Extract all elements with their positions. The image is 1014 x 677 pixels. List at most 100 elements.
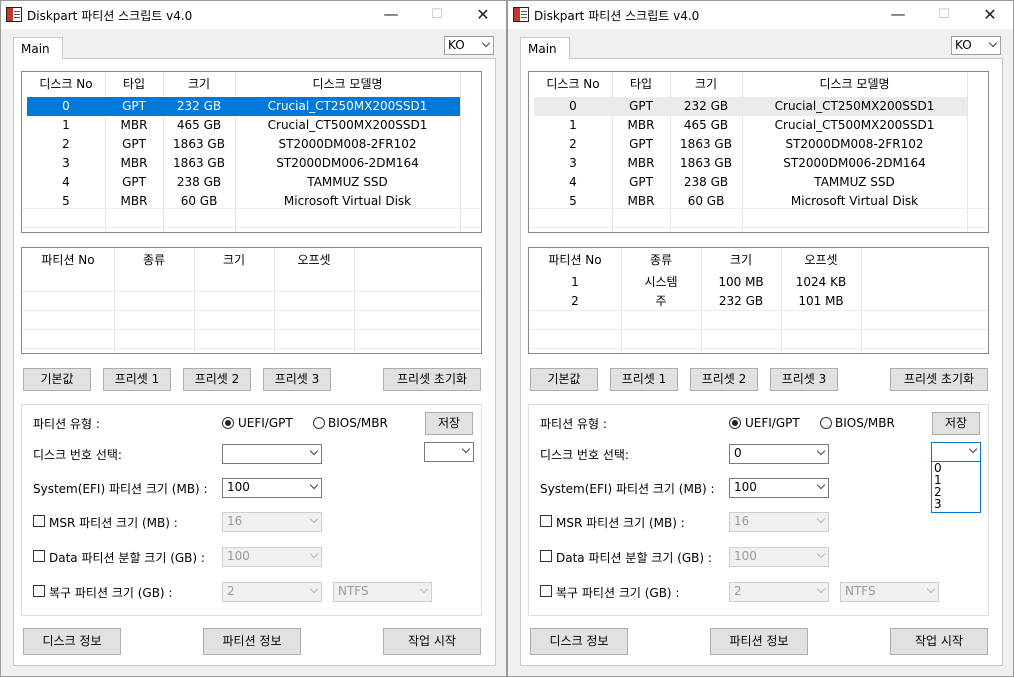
data-split-checkbox[interactable] (33, 550, 45, 562)
partition-header-no[interactable]: 파티션 No (22, 249, 114, 271)
disk-type: MBR (120, 156, 148, 170)
recovery-size-value: 2 (734, 584, 742, 598)
uefi-label[interactable]: UEFI/GPT (745, 416, 800, 430)
filesystem-select[interactable]: NTFS (333, 582, 432, 602)
efi-size-select[interactable]: 100 (222, 478, 322, 498)
efi-size-select[interactable]: 100 (729, 478, 829, 498)
title-bar[interactable]: Diskpart 파티션 스크립트 v4.0 — ☐ ✕ (1, 1, 506, 29)
extra-number-select[interactable] (931, 442, 981, 462)
extra-number-select[interactable] (424, 442, 474, 462)
bios-label[interactable]: BIOS/MBR (328, 416, 388, 430)
data-split-select[interactable]: 100 (222, 547, 322, 567)
msr-size-select[interactable]: 16 (729, 512, 829, 532)
uefi-radio[interactable] (729, 417, 741, 429)
tab-main[interactable]: Main (520, 37, 570, 59)
recovery-size-select[interactable]: 2 (222, 582, 322, 602)
bios-radio[interactable] (820, 417, 832, 429)
data-split-checkbox[interactable] (540, 550, 552, 562)
partition-type-label: 파티션 유형 : (33, 417, 100, 431)
partition-header-kind[interactable]: 종류 (621, 249, 701, 271)
disk-header-model[interactable]: 디스크 모델명 (742, 73, 967, 95)
extra-number-dropdown[interactable]: 0 1 2 3 (931, 461, 981, 513)
preset-3-button[interactable]: 프리셋 3 (770, 368, 838, 391)
recovery-checkbox[interactable] (33, 585, 45, 597)
maximize-button[interactable]: ☐ (414, 1, 460, 29)
partition-header-kind[interactable]: 종류 (114, 249, 194, 271)
filesystem-select[interactable]: NTFS (840, 582, 939, 602)
start-button[interactable]: 작업 시작 (383, 628, 481, 655)
disk-size: 232 GB (683, 99, 729, 113)
bios-label[interactable]: BIOS/MBR (835, 416, 895, 430)
disk-model: Crucial_CT250MX200SSD1 (774, 99, 935, 113)
partition-header-offset[interactable]: 오프셋 (274, 249, 354, 271)
msr-size-select[interactable]: 16 (222, 512, 322, 532)
recovery-checkbox[interactable] (540, 585, 552, 597)
msr-size-value: 16 (227, 514, 243, 528)
disk-header-size[interactable]: 크기 (670, 73, 742, 95)
title-bar[interactable]: Diskpart 파티션 스크립트 v4.0 — ☐ ✕ (508, 1, 1013, 29)
disk-number-select[interactable]: 0 (729, 444, 829, 464)
tab-main[interactable]: Main (13, 37, 63, 59)
filesystem-value: NTFS (338, 584, 369, 598)
disk-header-model[interactable]: 디스크 모델명 (235, 73, 460, 95)
disk-type: GPT (122, 137, 146, 151)
start-button[interactable]: 작업 시작 (890, 628, 988, 655)
partition-offset: 101 MB (798, 294, 844, 308)
window-title: Diskpart 파티션 스크립트 v4.0 (534, 9, 700, 23)
default-button[interactable]: 기본값 (530, 368, 598, 391)
partition-type-label: 파티션 유형 : (540, 417, 607, 431)
chevron-down-icon (461, 444, 471, 454)
disk-header-type[interactable]: 타입 (105, 73, 163, 95)
disk-list[interactable]: 디스크 No 타입 크기 디스크 모델명 0 GPT 232 GB Crucia… (21, 71, 482, 233)
close-button[interactable]: ✕ (967, 1, 1013, 29)
partition-kind: 시스템 (644, 275, 678, 289)
minimize-button[interactable]: — (368, 1, 414, 29)
recovery-size-select[interactable]: 2 (729, 582, 829, 602)
preset-2-button[interactable]: 프리셋 2 (690, 368, 758, 391)
uefi-radio[interactable] (222, 417, 234, 429)
chevron-down-icon (309, 549, 319, 559)
language-select[interactable]: KO (951, 36, 1001, 55)
partition-list[interactable]: 파티션 No 종류 크기 오프셋 (21, 247, 482, 354)
disk-header-no[interactable]: 디스크 No (27, 73, 105, 95)
bios-radio[interactable] (313, 417, 325, 429)
disk-header-type[interactable]: 타입 (612, 73, 670, 95)
preset-reset-button[interactable]: 프리셋 초기화 (890, 368, 988, 391)
disk-info-button[interactable]: 디스크 정보 (530, 628, 628, 655)
partition-info-button[interactable]: 파티션 정보 (710, 628, 808, 655)
partition-header-no[interactable]: 파티션 No (529, 249, 621, 271)
preset-1-button[interactable]: 프리셋 1 (610, 368, 678, 391)
partition-header-size[interactable]: 크기 (701, 249, 781, 271)
default-button[interactable]: 기본값 (23, 368, 91, 391)
partition-header-offset[interactable]: 오프셋 (781, 249, 861, 271)
partition-header-size[interactable]: 크기 (194, 249, 274, 271)
recovery-size-value: 2 (227, 584, 235, 598)
disk-info-button[interactable]: 디스크 정보 (23, 628, 121, 655)
language-select[interactable]: KO (444, 36, 494, 55)
data-split-select[interactable]: 100 (729, 547, 829, 567)
minimize-button[interactable]: — (875, 1, 921, 29)
save-button[interactable]: 저장 (932, 412, 980, 435)
partition-size: 100 MB (718, 275, 764, 289)
dropdown-option[interactable]: 3 (932, 498, 980, 510)
diskpart-window-right: Diskpart 파티션 스크립트 v4.0 — ☐ ✕ Main KO 디스크… (507, 0, 1014, 677)
save-button[interactable]: 저장 (425, 412, 473, 435)
disk-header-no[interactable]: 디스크 No (534, 73, 612, 95)
uefi-label[interactable]: UEFI/GPT (238, 416, 293, 430)
preset-3-button[interactable]: 프리셋 3 (263, 368, 331, 391)
msr-checkbox[interactable] (33, 515, 45, 527)
disk-list[interactable]: 디스크 No 타입 크기 디스크 모델명 0 GPT 232 GB Crucia… (528, 71, 989, 233)
close-button[interactable]: ✕ (460, 1, 506, 29)
efi-size-value: 100 (227, 480, 250, 494)
disk-number-select[interactable] (222, 444, 322, 464)
preset-1-button[interactable]: 프리셋 1 (103, 368, 171, 391)
preset-2-button[interactable]: 프리셋 2 (183, 368, 251, 391)
diskpart-window-left: Diskpart 파티션 스크립트 v4.0 — ☐ ✕ Main KO 디스크… (0, 0, 507, 677)
chevron-down-icon (816, 480, 826, 490)
msr-checkbox[interactable] (540, 515, 552, 527)
preset-reset-button[interactable]: 프리셋 초기화 (383, 368, 481, 391)
disk-header-size[interactable]: 크기 (163, 73, 235, 95)
partition-info-button[interactable]: 파티션 정보 (203, 628, 301, 655)
partition-list[interactable]: 파티션 No 종류 크기 오프셋 1 시스템 100 MB 1024 KB 2 … (528, 247, 989, 354)
maximize-button[interactable]: ☐ (921, 1, 967, 29)
